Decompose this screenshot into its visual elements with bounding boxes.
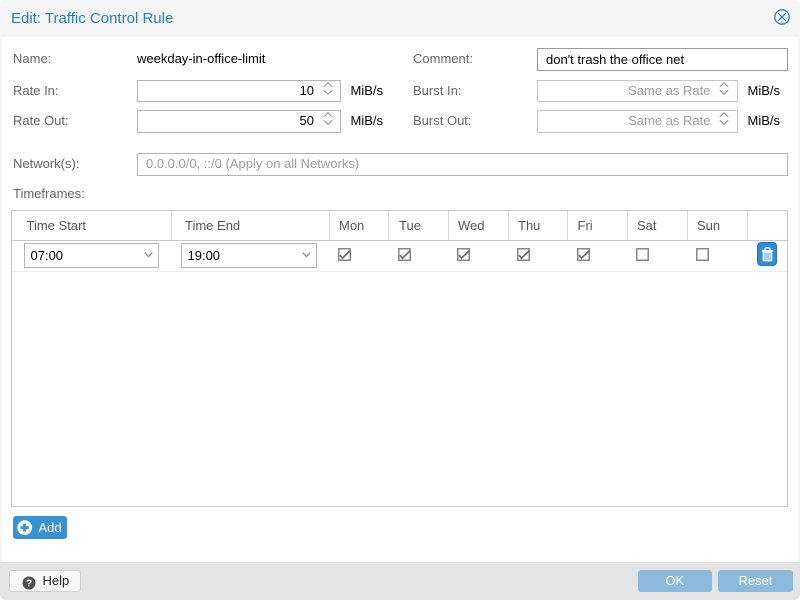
svg-text:?: ? <box>25 577 31 589</box>
